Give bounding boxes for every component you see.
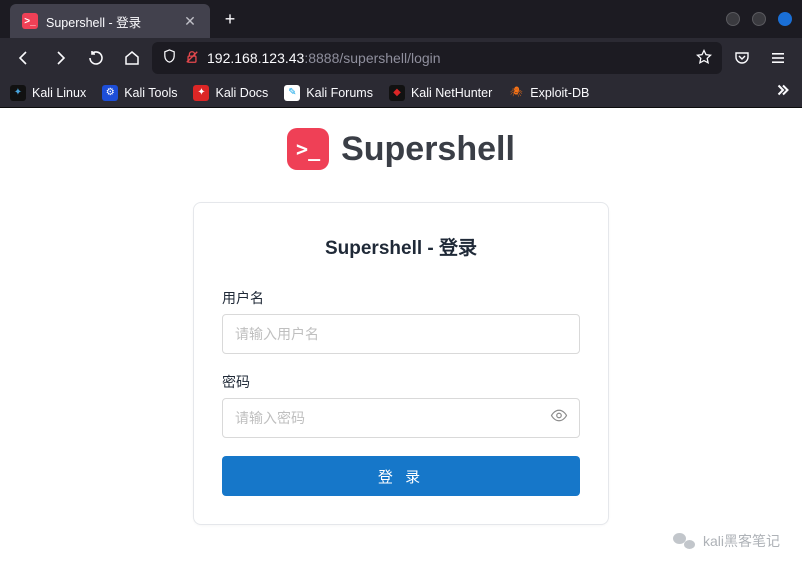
browser-tab[interactable]: >_ Supershell - 登录 ✕ <box>10 4 210 38</box>
bookmark-label: Exploit-DB <box>530 86 589 100</box>
wechat-icon <box>673 530 695 552</box>
close-tab-icon[interactable]: ✕ <box>182 13 198 29</box>
home-button[interactable] <box>116 42 148 74</box>
bookmark-star-icon[interactable] <box>696 49 712 68</box>
bookmark-favicon-icon: 🕷 <box>508 85 524 101</box>
title-bar: >_ Supershell - 登录 ✕ + <box>0 0 802 38</box>
username-input[interactable] <box>222 314 580 354</box>
bookmark-exploit-db[interactable]: 🕷 Exploit-DB <box>508 85 589 101</box>
url-host: 192.168.123.43 <box>207 50 304 66</box>
close-window-icon[interactable] <box>778 12 792 26</box>
watermark: kali黑客笔记 <box>673 530 780 552</box>
app-logo: >_ Supershell <box>0 128 802 170</box>
bookmark-kali-forums[interactable]: ✎ Kali Forums <box>284 85 373 101</box>
url-text: 192.168.123.43:8888/supershell/login <box>207 50 441 66</box>
nav-toolbar: 192.168.123.43:8888/supershell/login <box>0 38 802 78</box>
bookmark-label: Kali Tools <box>124 86 177 100</box>
reload-button[interactable] <box>80 42 112 74</box>
minimize-icon[interactable] <box>726 12 740 26</box>
bookmark-kali-linux[interactable]: ✦ Kali Linux <box>10 85 86 101</box>
tab-title: Supershell - 登录 <box>46 12 141 31</box>
bookmark-kali-tools[interactable]: ⚙ Kali Tools <box>102 85 177 101</box>
password-label: 密码 <box>222 372 580 392</box>
url-path: :8888/supershell/login <box>304 50 440 66</box>
shield-icon[interactable] <box>162 49 177 67</box>
password-input[interactable] <box>222 398 580 438</box>
address-bar[interactable]: 192.168.123.43:8888/supershell/login <box>152 42 722 74</box>
menu-icon[interactable] <box>762 42 794 74</box>
bookmark-label: Kali Linux <box>32 86 86 100</box>
watermark-text: kali黑客笔记 <box>703 531 780 551</box>
window-controls <box>726 12 792 26</box>
back-button[interactable] <box>8 42 40 74</box>
logo-text: Supershell <box>341 130 515 169</box>
bookmark-label: Kali NetHunter <box>411 86 492 100</box>
bookmark-favicon-icon: ◆ <box>389 85 405 101</box>
tab-favicon-icon: >_ <box>22 13 38 29</box>
toggle-password-visibility-icon[interactable] <box>550 407 568 430</box>
login-button[interactable]: 登 录 <box>222 456 580 496</box>
page-viewport: >_ Supershell Supershell - 登录 用户名 密码 登 录 <box>0 108 802 566</box>
logo-badge-icon: >_ <box>287 128 329 170</box>
pocket-icon[interactable] <box>726 42 758 74</box>
bookmark-favicon-icon: ✦ <box>193 85 209 101</box>
bookmark-kali-nethunter[interactable]: ◆ Kali NetHunter <box>389 85 492 101</box>
bookmark-favicon-icon: ✦ <box>10 85 26 101</box>
username-label: 用户名 <box>222 288 580 308</box>
bookmark-kali-docs[interactable]: ✦ Kali Docs <box>193 85 268 101</box>
login-card: Supershell - 登录 用户名 密码 登 录 <box>193 202 609 525</box>
maximize-icon[interactable] <box>752 12 766 26</box>
bookmarks-overflow-icon[interactable] <box>774 81 792 104</box>
new-tab-button[interactable]: + <box>216 5 244 33</box>
bookmarks-bar: ✦ Kali Linux ⚙ Kali Tools ✦ Kali Docs ✎ … <box>0 78 802 108</box>
forward-button[interactable] <box>44 42 76 74</box>
bookmark-label: Kali Forums <box>306 86 373 100</box>
bookmark-favicon-icon: ✎ <box>284 85 300 101</box>
lock-icon[interactable] <box>185 50 199 67</box>
bookmark-label: Kali Docs <box>215 86 268 100</box>
bookmark-favicon-icon: ⚙ <box>102 85 118 101</box>
login-title: Supershell - 登录 <box>222 233 580 260</box>
